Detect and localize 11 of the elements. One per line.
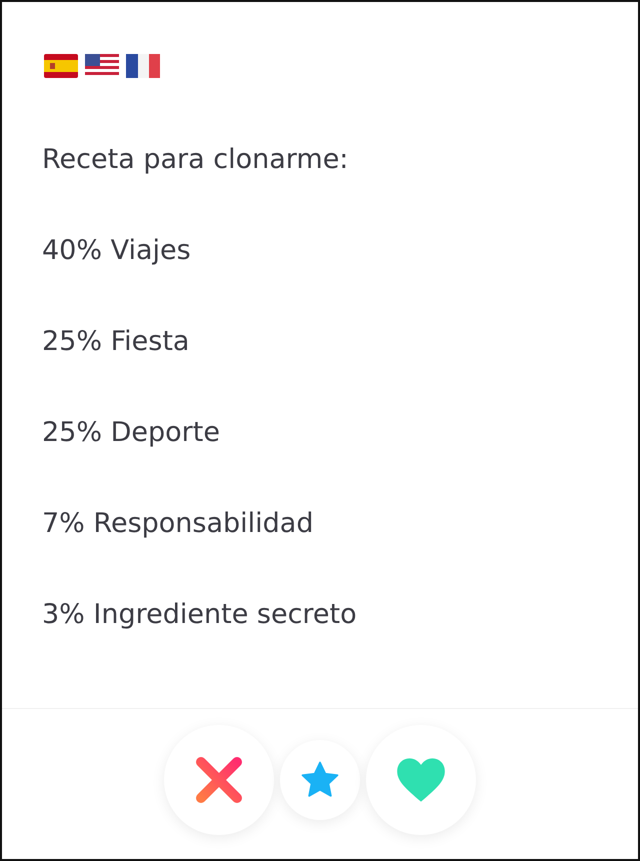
spain-flag-icon: [44, 54, 78, 78]
usa-flag-icon: [85, 54, 119, 78]
bio-line: 3% Ingrediente secreto: [42, 598, 358, 632]
bio-line: 25% Fiesta: [42, 325, 190, 359]
bio-line: 40% Viajes: [42, 234, 192, 268]
close-icon: [193, 754, 245, 806]
bio-heading: Receta para clonarme:: [42, 143, 350, 177]
france-flag-icon: [126, 54, 160, 78]
bio-line: 25% Deporte: [42, 416, 221, 450]
heart-icon: [395, 756, 447, 804]
bio-line: 7% Responsabilidad: [42, 507, 314, 541]
